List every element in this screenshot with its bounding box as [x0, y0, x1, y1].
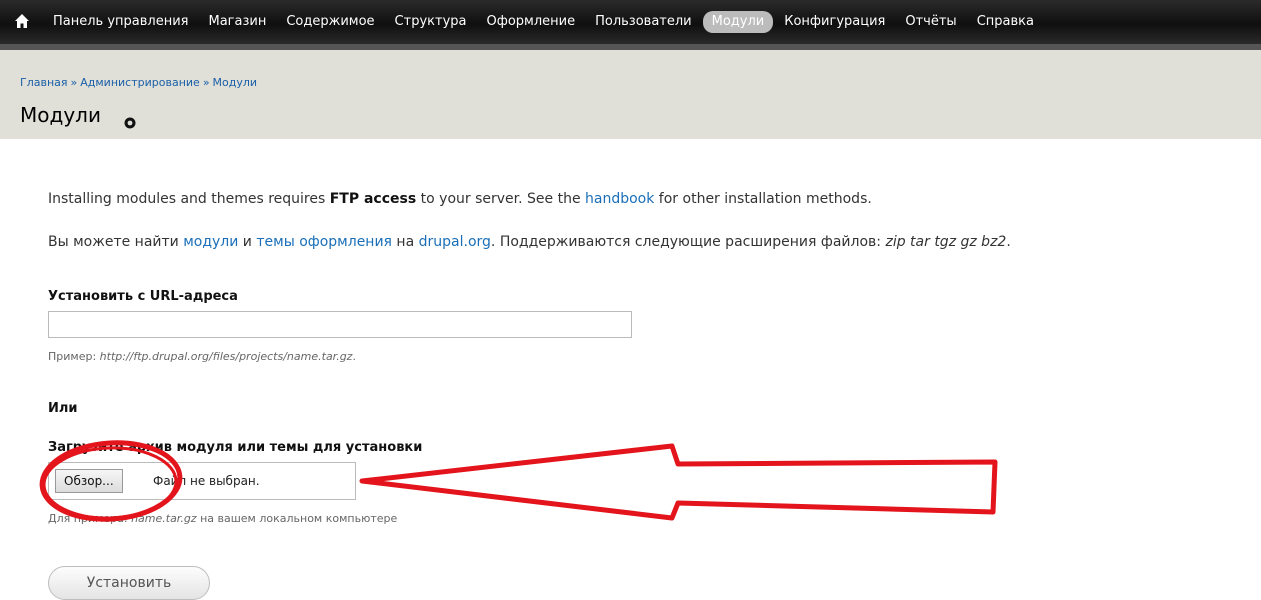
toolbar-item-help[interactable]: Справка: [968, 11, 1043, 33]
themes-link[interactable]: темы оформления: [256, 234, 392, 250]
upload-field-description: Для примера: name.tar.gz на вашем локаль…: [48, 512, 397, 525]
arrow-shape: [359, 443, 998, 521]
browse-button[interactable]: Обзор...: [55, 469, 123, 493]
upload-desc-suffix: на вашем локальном компьютере: [196, 512, 398, 525]
url-field-label: Установить с URL-адреса: [48, 289, 238, 304]
toolbar-item-content[interactable]: Содержимое: [277, 11, 383, 33]
breadcrumb-modules[interactable]: Модули: [213, 76, 258, 89]
toolbar-item-modules[interactable]: Модули: [702, 11, 774, 33]
toolbar-item-structure[interactable]: Структура: [386, 11, 476, 33]
toolbar-item-appearance[interactable]: Оформление: [477, 11, 584, 33]
plus-circle-icon[interactable]: [124, 114, 136, 129]
install-button[interactable]: Установить: [48, 566, 210, 600]
breadcrumb-admin[interactable]: Администрирование: [80, 76, 200, 89]
breadcrumb-separator: »: [202, 76, 210, 89]
upload-desc-prefix: Для примера:: [48, 512, 132, 525]
url-input[interactable]: [48, 311, 632, 338]
file-upload-field[interactable]: Обзор... Файл не выбран.: [48, 462, 356, 500]
toolbar-item-people[interactable]: Пользователи: [586, 11, 701, 33]
url-desc-prefix: Пример:: [48, 350, 100, 363]
home-icon[interactable]: [14, 13, 30, 29]
handbook-link[interactable]: handbook: [585, 191, 654, 207]
modules-link[interactable]: модули: [183, 234, 238, 250]
find-modules-text: Вы можете найти модули и темы оформления…: [48, 234, 1011, 250]
ftp-notice-text: Installing modules and themes requires: [48, 191, 330, 207]
url-desc-suffix: .: [352, 350, 356, 363]
find-modules-part: . Поддерживаются следующие расширения фа…: [490, 234, 886, 250]
toolbar-item-store[interactable]: Магазин: [200, 11, 276, 33]
breadcrumb: Главная» Администрирование» Модули: [20, 76, 257, 89]
url-desc-example: http://ftp.drupal.org/files/projects/nam…: [99, 350, 353, 363]
find-modules-part: .: [1006, 234, 1011, 250]
find-modules-part: на: [391, 234, 419, 250]
admin-toolbar: Панель управления Магазин Содержимое Стр…: [0, 0, 1261, 44]
file-status-text: Файл не выбран.: [153, 474, 260, 488]
ftp-notice-text: to your server. See the: [416, 191, 586, 207]
ftp-notice: Installing modules and themes requires F…: [48, 191, 872, 207]
page-title: Модули: [20, 103, 101, 127]
find-modules-part: и: [238, 234, 257, 250]
toolbar-menu: Панель управления Магазин Содержимое Стр…: [44, 0, 1045, 44]
url-field-description: Пример: http://ftp.drupal.org/files/proj…: [48, 350, 356, 363]
upload-desc-example: name.tar.gz: [131, 512, 197, 525]
toolbar-item-reports[interactable]: Отчёты: [896, 11, 965, 33]
file-extensions: zip tar tgz gz bz2: [885, 234, 1007, 250]
breadcrumb-home[interactable]: Главная: [20, 76, 68, 89]
ftp-access-text: FTP access: [329, 191, 417, 207]
toolbar-item-configuration[interactable]: Конфигурация: [775, 11, 894, 33]
toolbar-item-dashboard[interactable]: Панель управления: [44, 11, 198, 33]
upload-field-label: Загрузите архив модуля или темы для уста…: [48, 440, 423, 455]
or-label: Или: [48, 401, 78, 416]
find-modules-part: Вы можете найти: [48, 234, 184, 250]
ftp-notice-text: for other installation methods.: [654, 191, 872, 207]
drupal-org-link[interactable]: drupal.org: [419, 234, 491, 250]
breadcrumb-separator: »: [70, 76, 78, 89]
page-header: Главная» Администрирование» Модули Модули: [0, 50, 1261, 139]
